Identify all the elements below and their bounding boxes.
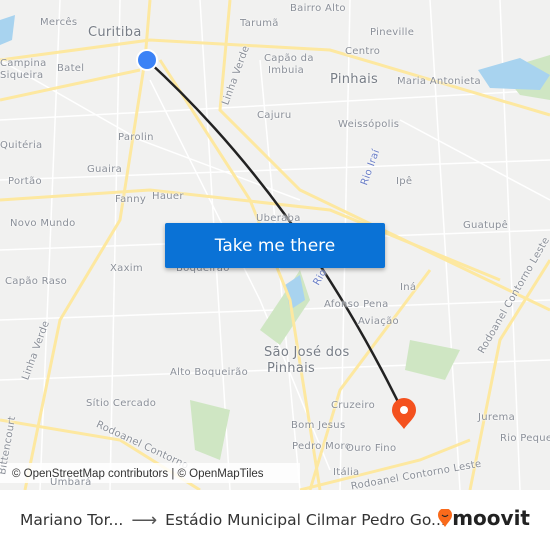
map-label: Afonso Pena <box>324 299 389 310</box>
map-label: Portão <box>8 176 42 187</box>
arrow-right-icon: ⟶ <box>131 509 158 531</box>
map-label: Pedro Moro <box>292 441 352 452</box>
map-label: Rio Pequeno <box>500 433 550 444</box>
map-label: Jurema <box>478 412 516 423</box>
map-label: Bairro Alto <box>290 3 346 14</box>
map-pin-icon <box>392 398 416 429</box>
map-label: Maria Antonieta <box>397 76 481 87</box>
map-label: Capão Raso <box>5 276 68 287</box>
map[interactable]: Mercês Curitiba Bairro Alto Tarumã Pinev… <box>0 0 550 490</box>
map-label: Aviação <box>358 316 399 327</box>
destination-name: Estádio Municipal Cilmar Pedro Go... <box>165 511 446 529</box>
map-label: Cruzeiro <box>331 400 376 411</box>
map-label: Itália <box>333 467 360 478</box>
origin-name: Mariano Tor... <box>20 511 124 529</box>
map-label: Guatupê <box>463 220 509 231</box>
map-label: Centro <box>345 46 381 57</box>
map-label: Weissópolis <box>338 119 400 130</box>
take-me-there-button[interactable]: Take me there <box>165 223 385 268</box>
map-label: Pinhais <box>330 72 379 87</box>
map-label: Campina <box>0 58 47 69</box>
origin-dot-icon <box>136 49 158 71</box>
map-label: Ipê <box>396 176 413 187</box>
moovit-wordmark: moovit <box>452 506 530 530</box>
map-label: Quitéria <box>0 140 43 151</box>
map-label: São José dos <box>264 345 350 360</box>
map-label: Bom Jesus <box>291 420 346 431</box>
map-label: Sítio Cercado <box>86 398 157 409</box>
map-attribution[interactable]: © OpenStreetMap contributors | © OpenMap… <box>0 463 300 483</box>
map-label: Fanny <box>115 194 147 205</box>
map-label: Imbuia <box>268 65 305 76</box>
moovit-pin-icon <box>438 509 453 527</box>
map-label: Xaxim <box>110 263 143 274</box>
map-label: Novo Mundo <box>10 218 76 229</box>
map-label: Tarumã <box>240 18 279 29</box>
moovit-logo: moovit <box>438 506 530 530</box>
map-label: Capão da <box>264 53 314 64</box>
map-label: Umbará <box>50 477 92 488</box>
map-label: Ouro Fino <box>346 443 397 454</box>
map-label: Mercês <box>40 17 78 28</box>
map-label: Pinhais <box>267 361 316 376</box>
map-label: Iná <box>400 282 417 293</box>
map-label: Curitiba <box>88 25 142 40</box>
map-label: Guaira <box>87 164 123 175</box>
map-label: Parolin <box>118 132 154 143</box>
map-label: Alto Boqueirão <box>170 367 248 378</box>
map-label: Pineville <box>370 27 415 38</box>
map-label: Batel <box>57 63 85 74</box>
map-label: Cajuru <box>257 110 292 121</box>
map-label: Siqueira <box>0 70 44 81</box>
map-label: Hauer <box>152 191 184 202</box>
